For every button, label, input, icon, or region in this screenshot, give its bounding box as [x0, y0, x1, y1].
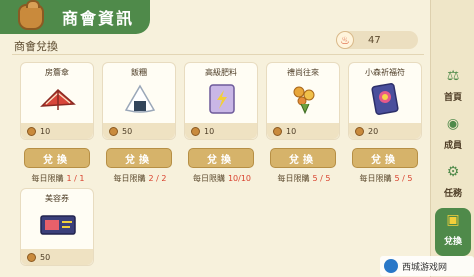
- divider: [12, 54, 424, 55]
- page-title: 商會資訊: [62, 9, 135, 28]
- item-price: 50: [21, 249, 93, 265]
- exchange-button[interactable]: 兌換: [188, 148, 254, 168]
- item-price: 10: [267, 123, 339, 139]
- bag-icon: [18, 0, 44, 30]
- shop-panel: 商會資訊 商會兌換 ♨ 47 房簷傘 10 兌換 每日限購 1 / 1 飯糰 5…: [0, 0, 430, 277]
- exchange-button[interactable]: 兌換: [270, 148, 336, 168]
- flame-coin-icon: ♨: [336, 31, 354, 49]
- ticket-icon: [37, 207, 79, 243]
- item-name: 房簷傘: [45, 68, 69, 77]
- watermark: 西城游戏网: [380, 256, 474, 276]
- item-price: 20: [349, 123, 421, 139]
- coin-icon: [27, 252, 36, 262]
- exchange-button[interactable]: 兌換: [24, 148, 90, 168]
- daily-limit: 每日限購 5 / 5: [359, 174, 413, 183]
- coin-icon: [109, 126, 118, 136]
- item-name: 飯糰: [131, 68, 147, 77]
- panel-header: 商會資訊: [0, 0, 150, 34]
- exchange-button[interactable]: 兌換: [106, 148, 172, 168]
- gift-flowers-icon: [283, 81, 325, 117]
- sidebar-item-exchange[interactable]: ▣ 兌換: [435, 208, 471, 256]
- exchange-button[interactable]: 兌換: [352, 148, 418, 168]
- coin-icon: [355, 126, 364, 136]
- section-title: 商會兌換: [14, 40, 58, 53]
- watermark-logo-icon: [384, 259, 398, 273]
- item-price: 10: [21, 123, 93, 139]
- coin-icon: [273, 126, 282, 136]
- item-name: 高級肥料: [205, 68, 237, 77]
- item-card[interactable]: 小森祈福符 20: [348, 62, 422, 140]
- sidebar-item-tasks[interactable]: ⚙ 任務: [435, 160, 471, 208]
- item-price: 10: [185, 123, 257, 139]
- item-card[interactable]: 高級肥料 10: [184, 62, 258, 140]
- item-card[interactable]: 美容券 50: [20, 188, 94, 266]
- scale-icon: ⚖: [446, 68, 460, 84]
- onigiri-icon: [119, 81, 161, 117]
- currency-display: ♨ 47: [336, 31, 418, 49]
- currency-amount: 47: [368, 34, 381, 46]
- item-name: 美容券: [45, 194, 69, 203]
- fertilizer-bag-icon: [201, 81, 243, 117]
- item-price: 50: [103, 123, 175, 139]
- coin-icon: [191, 126, 200, 136]
- sidebar-item-members[interactable]: ◉ 成員: [435, 112, 471, 160]
- daily-limit: 每日限購 10/10: [192, 174, 252, 183]
- sidebar-nav: ⚖ 首頁 ◉ 成員 ⚙ 任務 ▣ 兌換: [430, 0, 474, 277]
- daily-limit: 每日限購 2 / 2: [113, 174, 167, 183]
- item-name: 小森祈福符: [365, 68, 405, 77]
- umbrella-icon: [37, 81, 79, 117]
- daily-limit: 每日限購 1 / 1: [31, 174, 85, 183]
- item-card[interactable]: 禮尚往來 10: [266, 62, 340, 140]
- item-name: 禮尚往來: [287, 68, 319, 77]
- item-card[interactable]: 房簷傘 10: [20, 62, 94, 140]
- charm-card-icon: [365, 81, 407, 117]
- gift-icon: ▣: [446, 212, 460, 228]
- coin-icon: [27, 126, 36, 136]
- sidebar-item-home[interactable]: ⚖ 首頁: [435, 64, 471, 112]
- item-card[interactable]: 飯糰 50: [102, 62, 176, 140]
- member-icon: ◉: [446, 116, 460, 132]
- daily-limit: 每日限購 5 / 5: [277, 174, 331, 183]
- gear-icon: ⚙: [446, 164, 460, 180]
